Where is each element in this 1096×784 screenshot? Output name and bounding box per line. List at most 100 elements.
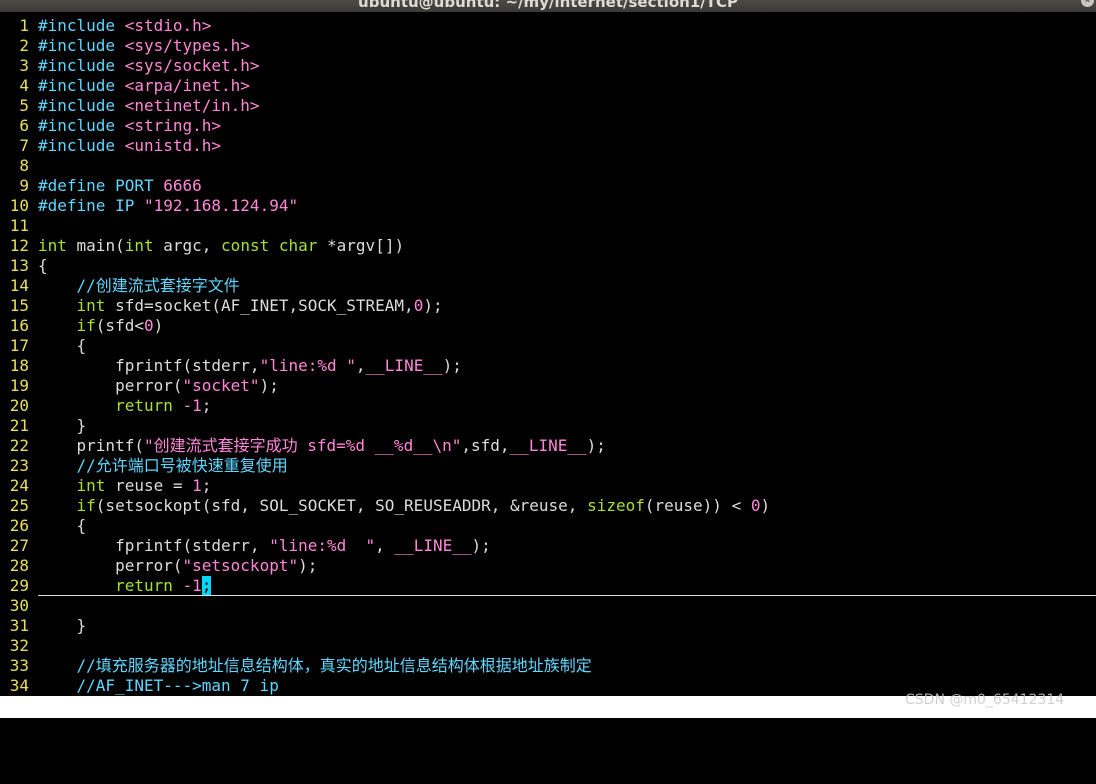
code-text[interactable]: #include <string.h> [38, 116, 221, 135]
line-number: 14 [9, 276, 29, 295]
code-line[interactable]: 3 #include <sys/socket.h> [0, 56, 1096, 76]
code-line[interactable]: 7 #include <unistd.h> [0, 136, 1096, 156]
code-text[interactable]: fprintf(stderr,"line:%d ",__LINE__); [38, 356, 462, 375]
line-number: 23 [9, 456, 29, 475]
code-text[interactable]: { [38, 516, 87, 535]
code-text[interactable]: { [38, 256, 48, 275]
code-line[interactable]: 13 { [0, 256, 1096, 276]
code-line[interactable]: 19 perror("socket"); [0, 376, 1096, 396]
code-text[interactable]: #include <netinet/in.h> [38, 96, 260, 115]
code-text[interactable]: int sfd=socket(AF_INET,SOCK_STREAM,0); [38, 296, 443, 315]
code-text[interactable]: //创建流式套接字文件 [38, 276, 240, 295]
code-line[interactable]: 26 { [0, 516, 1096, 536]
code-text[interactable]: perror("setsockopt"); [38, 556, 317, 575]
line-number: 30 [9, 596, 29, 615]
line-number: 28 [9, 556, 29, 575]
code-text[interactable]: printf("创建流式套接字成功 sfd=%d __%d__\n",sfd,_… [38, 436, 606, 455]
line-number: 19 [9, 376, 29, 395]
code-line[interactable]: 16 if(sfd<0) [0, 316, 1096, 336]
code-text[interactable]: int main(int argc, const char *argv[]) [38, 236, 404, 255]
line-number: 34 [9, 676, 29, 695]
line-number: 13 [9, 256, 29, 275]
line-number: 21 [9, 416, 29, 435]
code-text[interactable]: } [38, 416, 87, 435]
line-number: 15 [9, 296, 29, 315]
code-text[interactable]: //允许端口号被快速重复使用 [38, 456, 288, 475]
line-number: 17 [9, 336, 29, 355]
code-line[interactable]: 2 #include <sys/types.h> [0, 36, 1096, 56]
code-text[interactable]: { [38, 336, 87, 355]
code-line[interactable]: 15 int sfd=socket(AF_INET,SOCK_STREAM,0)… [0, 296, 1096, 316]
code-text[interactable]: #include <stdio.h> [38, 16, 211, 35]
line-number: 33 [9, 656, 29, 675]
line-number: 7 [19, 136, 29, 155]
window-title: ubuntu@ubuntu: ~/my/internet/section1/TC… [358, 0, 738, 11]
line-number: 18 [9, 356, 29, 375]
code-line[interactable]: 29 return -1; [0, 576, 1096, 596]
line-number: 4 [19, 76, 29, 95]
code-line[interactable]: 30 [0, 596, 1096, 616]
code-line[interactable]: 17 { [0, 336, 1096, 356]
line-number: 22 [9, 436, 29, 455]
code-line[interactable]: 27 fprintf(stderr, "line:%d ", __LINE__)… [0, 536, 1096, 556]
code-line[interactable]: 31 } [0, 616, 1096, 636]
code-text[interactable]: #define IP "192.168.124.94" [38, 196, 298, 215]
watermark-text: CSDN @m0_65412314 [905, 692, 1065, 708]
code-line[interactable]: 9 #define PORT 6666 [0, 176, 1096, 196]
code-line[interactable]: 11 [0, 216, 1096, 236]
code-text[interactable]: #include <sys/socket.h> [38, 56, 260, 75]
line-number: 20 [9, 396, 29, 415]
code-text[interactable]: #define PORT 6666 [38, 176, 202, 195]
code-line[interactable]: 21 } [0, 416, 1096, 436]
code-text[interactable]: if(setsockopt(sfd, SOL_SOCKET, SO_REUSEA… [38, 496, 771, 515]
code-line[interactable]: 28 perror("setsockopt"); [0, 556, 1096, 576]
line-number: 12 [9, 236, 29, 255]
code-line[interactable]: 22 printf("创建流式套接字成功 sfd=%d __%d__\n",sf… [0, 436, 1096, 456]
line-number: 3 [19, 56, 29, 75]
code-line[interactable]: 18 fprintf(stderr,"line:%d ",__LINE__); [0, 356, 1096, 376]
line-number: 32 [9, 636, 29, 655]
line-number: 25 [9, 496, 29, 515]
code-text[interactable]: //AF_INET--->man 7 ip [38, 676, 279, 695]
code-line[interactable]: 25 if(setsockopt(sfd, SOL_SOCKET, SO_REU… [0, 496, 1096, 516]
code-text[interactable]: return -1; [38, 576, 212, 595]
code-text[interactable]: #include <arpa/inet.h> [38, 76, 250, 95]
code-text[interactable]: #include <unistd.h> [38, 136, 221, 155]
code-text[interactable]: fprintf(stderr, "line:%d ", __LINE__); [38, 536, 491, 555]
status-cursor-position: 29,12-18 [946, 742, 1019, 760]
code-editor[interactable]: 1 #include <stdio.h> 2 #include <sys/types.… [0, 16, 1096, 696]
code-text[interactable]: int reuse = 1; [38, 476, 212, 495]
line-number: 16 [9, 316, 29, 335]
code-line[interactable]: 23 //允许端口号被快速重复使用 [0, 456, 1096, 476]
line-number: 10 [9, 196, 29, 215]
code-line[interactable]: 5 #include <netinet/in.h> [0, 96, 1096, 116]
line-number: 1 [19, 16, 29, 35]
code-line[interactable]: 12 int main(int argc, const char *argv[]) [0, 236, 1096, 256]
code-line[interactable]: 4 #include <arpa/inet.h> [0, 76, 1096, 96]
status-filename: TCPSer.c [2, 720, 75, 738]
code-text[interactable]: #include <sys/types.h> [38, 36, 250, 55]
line-number: 9 [19, 176, 29, 195]
code-text[interactable]: perror("socket"); [38, 376, 279, 395]
code-line[interactable]: 24 int reuse = 1; [0, 476, 1096, 496]
line-number: 6 [19, 116, 29, 135]
line-number: 29 [9, 576, 29, 595]
window-titlebar: ubuntu@ubuntu: ~/my/internet/section1/TC… [0, 0, 1096, 12]
code-line[interactable]: 14 //创建流式套接字文件 [0, 276, 1096, 296]
line-number: 5 [19, 96, 29, 115]
code-text[interactable]: if(sfd<0) [38, 316, 164, 335]
line-number: 27 [9, 536, 29, 555]
code-line[interactable]: 1 #include <stdio.h> [0, 16, 1096, 36]
code-text[interactable]: //填充服务器的地址信息结构体，真实的地址信息结构体根据地址族制定 [38, 656, 592, 675]
code-text[interactable]: return -1; [38, 396, 211, 415]
code-line[interactable]: 10 #define IP "192.168.124.94" [0, 196, 1096, 216]
code-line[interactable]: 32 [0, 636, 1096, 656]
line-number: 8 [19, 156, 29, 175]
code-line[interactable]: 6 #include <string.h> [0, 116, 1096, 136]
line-number: 24 [9, 476, 29, 495]
code-line[interactable]: 20 return -1; [0, 396, 1096, 416]
code-line[interactable]: 8 [0, 156, 1096, 176]
line-number: 2 [19, 36, 29, 55]
code-text[interactable]: } [38, 616, 87, 635]
code-line[interactable]: 33 //填充服务器的地址信息结构体，真实的地址信息结构体根据地址族制定 [0, 656, 1096, 676]
